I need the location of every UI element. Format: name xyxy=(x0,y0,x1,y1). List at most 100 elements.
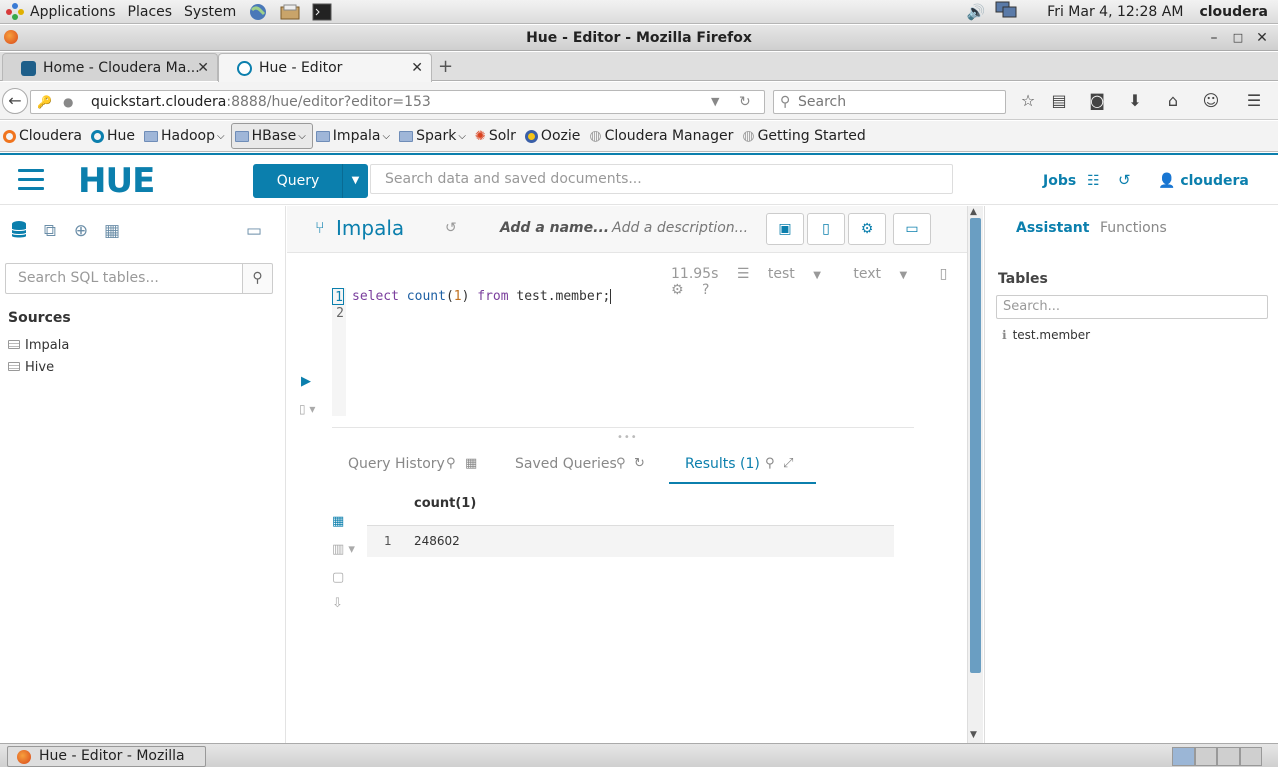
network-icon[interactable] xyxy=(995,1,1017,23)
table-item[interactable]: ℹ test.member xyxy=(1002,328,1090,342)
close-tab-icon[interactable]: ✕ xyxy=(411,54,423,82)
volume-icon[interactable]: 🔊 xyxy=(966,3,985,21)
scrollbar-thumb[interactable] xyxy=(970,218,981,673)
chart-view-icon[interactable]: ▥ ▾ xyxy=(332,542,355,557)
caret-down-icon[interactable]: ▼ xyxy=(342,164,368,198)
panel-user[interactable]: cloudera xyxy=(1199,4,1268,20)
hue-logo[interactable]: HUE xyxy=(78,161,155,201)
editor-engine-title[interactable]: Impala xyxy=(336,216,404,240)
cell-value[interactable]: 248602 xyxy=(414,534,460,548)
workspace-1[interactable] xyxy=(1172,747,1195,766)
home-icon[interactable]: ⌂ xyxy=(1162,90,1184,112)
tab-query-history[interactable]: Query History xyxy=(348,456,445,472)
tab-results[interactable]: Results (1) xyxy=(685,456,760,472)
bookmark-hue[interactable]: Hue xyxy=(88,123,141,149)
settings-cogs-icon[interactable]: ⚙ xyxy=(848,213,886,245)
jobs-button[interactable]: Jobs ☷ xyxy=(1043,173,1100,189)
history-icon[interactable]: ↺ xyxy=(445,220,457,236)
open-folder-icon[interactable]: ▭ xyxy=(243,220,265,242)
database-icon[interactable] xyxy=(8,220,30,242)
close-tab-icon[interactable]: ✕ xyxy=(197,54,209,82)
database-selector[interactable]: ☰ test ▼ xyxy=(737,266,835,282)
scroll-up-icon[interactable]: ▲ xyxy=(970,207,977,217)
minimize-button[interactable]: – xyxy=(1203,25,1225,51)
file-icon[interactable]: ▯ xyxy=(940,266,948,282)
clock[interactable]: Fri Mar 4, 12:28 AM xyxy=(1047,4,1183,20)
bookmark-oozie[interactable]: Oozie xyxy=(522,123,586,149)
maximize-button[interactable]: □ xyxy=(1227,25,1249,51)
tab-functions[interactable]: Functions xyxy=(1100,220,1167,236)
tab-saved-queries[interactable]: Saved Queries xyxy=(515,456,617,472)
workspace-switcher[interactable] xyxy=(1172,747,1262,766)
bookmark-folder-impala[interactable]: Impala ⌵ xyxy=(313,123,396,149)
new-document-icon[interactable]: ▯ xyxy=(807,213,845,245)
bookmark-solr[interactable]: ✺ Solr xyxy=(472,123,522,149)
reload-icon[interactable]: ↻ xyxy=(739,91,751,113)
tab-assistant[interactable]: Assistant xyxy=(1016,220,1089,236)
bookmark-getting-started[interactable]: ◍ Getting Started xyxy=(739,123,871,149)
bookmark-cloudera[interactable]: Cloudera xyxy=(0,123,88,149)
tab-hue-editor[interactable]: Hue - Editor ✕ xyxy=(218,53,432,82)
code-editor[interactable]: 1 2 select count(1) from test.member; xyxy=(332,288,914,416)
url-bar[interactable]: 🔑 ● quickstart.cloudera:8888/hue/editor?… xyxy=(30,90,765,114)
tables-search-input[interactable]: Search... xyxy=(996,295,1268,319)
search-button[interactable]: ⚲ xyxy=(242,263,273,294)
chat-icon[interactable]: ☺ xyxy=(1200,90,1222,112)
terminal-icon[interactable] xyxy=(311,2,333,22)
columns-icon[interactable]: ▢ xyxy=(332,570,344,585)
bookmarks-menu-icon[interactable]: ▤ xyxy=(1048,90,1070,112)
apps-grid-icon[interactable]: ▦ xyxy=(101,220,123,242)
info-icon[interactable]: ℹ xyxy=(1002,328,1007,342)
taskbar-window-button[interactable]: Hue - Editor - Mozilla F... xyxy=(7,746,206,767)
table-row[interactable]: 1 248602 xyxy=(367,526,894,557)
bookmark-folder-hbase[interactable]: HBase ⌵ xyxy=(230,123,313,149)
play-icon[interactable]: ▶ xyxy=(301,374,311,389)
resize-handle-icon[interactable]: ••• xyxy=(617,432,638,443)
column-header[interactable]: count(1) xyxy=(414,496,476,511)
new-tab-button[interactable]: + xyxy=(438,56,453,77)
download-icon[interactable]: ⇩ xyxy=(332,596,343,611)
history-icon[interactable]: ↺ xyxy=(1118,171,1131,189)
bookmark-cloudera-manager[interactable]: ◍ Cloudera Manager xyxy=(586,123,739,149)
connection-icon[interactable]: ● xyxy=(63,91,73,113)
format-selector[interactable]: text ▼ xyxy=(853,266,921,282)
search-icon[interactable]: ⚲ xyxy=(765,456,775,471)
hamburger-menu-icon[interactable]: ☰ xyxy=(1243,90,1265,112)
sql-tables-search-input[interactable]: Search SQL tables... xyxy=(5,263,243,294)
hamburger-menu-icon[interactable] xyxy=(18,169,44,191)
snippet-menu-icon[interactable]: ▯ ▾ xyxy=(299,402,315,416)
url-dropdown-icon[interactable]: ▼ xyxy=(711,91,719,113)
bookmark-star-icon[interactable]: ☆ xyxy=(1017,90,1039,112)
system-menu[interactable]: System xyxy=(178,0,242,24)
vertical-scrollbar[interactable]: ▲ ▼ xyxy=(967,206,983,743)
workspace-3[interactable] xyxy=(1217,747,1240,766)
search-icon[interactable]: ⚲ xyxy=(446,456,456,471)
browser-search-input[interactable]: ⚲ Search xyxy=(773,90,1006,114)
query-button[interactable]: Query ▼ xyxy=(253,164,368,198)
grid-view-icon[interactable]: ▦ xyxy=(332,514,344,529)
workspace-4[interactable] xyxy=(1239,747,1262,766)
applications-menu[interactable]: Applications xyxy=(0,0,122,24)
back-button[interactable]: ← xyxy=(2,88,28,114)
file-manager-icon[interactable] xyxy=(279,2,301,22)
global-search-input[interactable]: Search data and saved documents... xyxy=(370,164,953,194)
search-icon[interactable]: ⊕ xyxy=(70,220,92,242)
bookmark-folder-spark[interactable]: Spark ⌵ xyxy=(396,123,472,149)
save-icon[interactable]: ▣ xyxy=(766,213,804,245)
places-menu[interactable]: Places xyxy=(122,0,179,24)
search-icon[interactable]: ⚲ xyxy=(616,456,626,471)
refresh-icon[interactable]: ↻ xyxy=(634,456,645,471)
scroll-down-icon[interactable]: ▼ xyxy=(970,730,977,740)
site-info-icon[interactable]: 🔑 xyxy=(37,91,52,113)
web-browser-icon[interactable] xyxy=(247,2,269,22)
calendar-icon[interactable]: ▦ xyxy=(465,456,477,471)
expand-icon[interactable]: ⤢ xyxy=(783,456,793,471)
source-impala[interactable]: Impala xyxy=(8,338,69,353)
query-description-input[interactable]: Add a description... xyxy=(612,220,748,236)
downloads-icon[interactable]: ⬇ xyxy=(1124,90,1146,112)
pocket-icon[interactable]: ◙ xyxy=(1086,90,1108,112)
open-folder-icon[interactable]: ▭ xyxy=(893,213,931,245)
query-name-input[interactable]: Add a name... xyxy=(500,220,609,236)
tab-cloudera-home[interactable]: Home - Cloudera Ma... ✕ xyxy=(2,53,218,81)
editor-results-divider[interactable] xyxy=(332,427,914,428)
